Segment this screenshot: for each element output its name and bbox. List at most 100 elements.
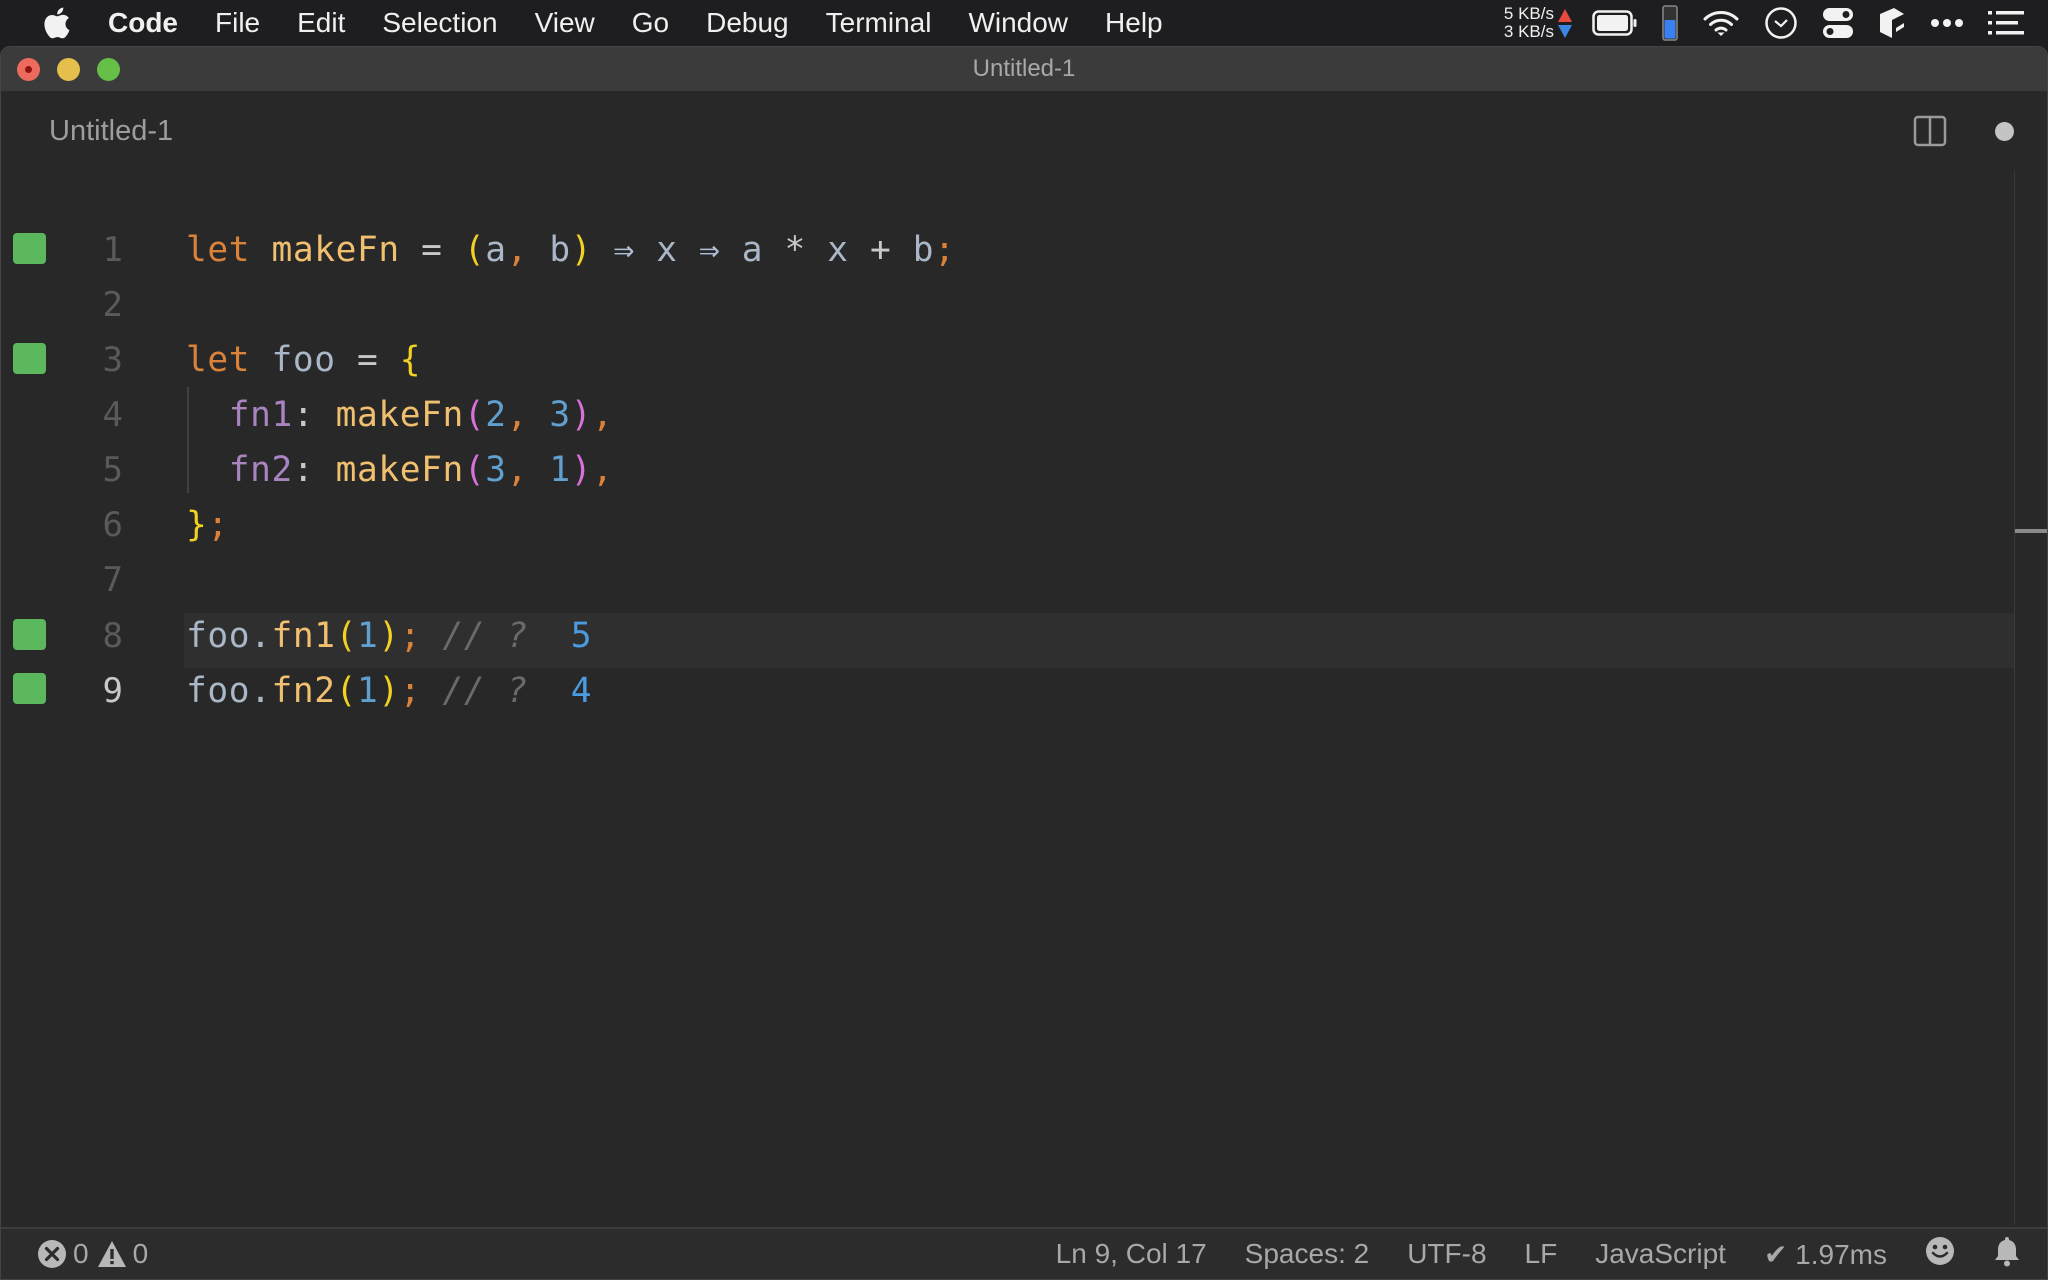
code-token-prop: fn2 bbox=[228, 450, 293, 490]
coverage-marker bbox=[13, 343, 46, 374]
error-count: 0 bbox=[73, 1238, 89, 1269]
code-token-num: 3 bbox=[527, 395, 571, 435]
code-token-op: : bbox=[292, 450, 336, 490]
quokka-timing[interactable]: ✔ 1.97ms bbox=[1764, 1238, 1887, 1271]
warning-count: 0 bbox=[132, 1238, 149, 1269]
code-token-paren: ) bbox=[570, 230, 593, 270]
code-token-var: foo. bbox=[186, 616, 272, 656]
battery-icon[interactable] bbox=[1592, 10, 1638, 36]
code-token-prop: fn1 bbox=[228, 395, 293, 435]
code-token-paren: ) bbox=[378, 616, 400, 656]
code-token-punct: ; bbox=[934, 230, 956, 270]
line-number: 8 bbox=[102, 616, 123, 656]
menu-selection[interactable]: Selection bbox=[382, 7, 497, 39]
code-line-5[interactable]: fn2: makeFn(3, 1), bbox=[186, 443, 613, 498]
title-bar[interactable]: Untitled-1 bbox=[1, 47, 2047, 91]
upload-arrow-icon bbox=[1558, 8, 1572, 22]
code-token-punct: , bbox=[506, 450, 528, 490]
network-speed[interactable]: 5 KB/s 3 KB/s bbox=[1504, 5, 1554, 41]
menu-view[interactable]: View bbox=[535, 7, 595, 39]
bell-icon bbox=[1995, 1236, 2019, 1266]
line-number: 6 bbox=[102, 505, 123, 545]
code-line-8[interactable]: foo.fn1(1); // ? 5 bbox=[186, 609, 592, 664]
end-of-line[interactable]: LF bbox=[1525, 1238, 1558, 1270]
code-token-var: b bbox=[912, 230, 935, 270]
editor-tab-bar: Untitled-1 bbox=[1, 91, 2047, 171]
code-token-op: : bbox=[292, 395, 336, 435]
code-token-arrow: ⇒ bbox=[592, 230, 657, 270]
line-number: 2 bbox=[102, 285, 123, 325]
toggles-icon[interactable] bbox=[1822, 7, 1854, 39]
indentation-setting[interactable]: Spaces: 2 bbox=[1245, 1238, 1370, 1270]
menu-file[interactable]: File bbox=[215, 7, 260, 39]
code-token-paren: { bbox=[399, 340, 422, 380]
line-number: 3 bbox=[102, 340, 123, 380]
clock-icon[interactable] bbox=[1764, 6, 1798, 40]
feedback-button[interactable] bbox=[1925, 1236, 1955, 1273]
code-line-9[interactable]: foo.fn2(1); // ? 4 bbox=[186, 664, 592, 719]
menu-window[interactable]: Window bbox=[968, 7, 1068, 39]
code-token-paren2: ) bbox=[570, 395, 593, 435]
code-token-paren: ( bbox=[335, 616, 357, 656]
code-token-punct: , bbox=[592, 450, 614, 490]
line-number: 5 bbox=[102, 450, 123, 490]
net-arrows-icon bbox=[1558, 8, 1572, 38]
code-token-var bbox=[186, 395, 229, 435]
problems-indicator[interactable]: 0 0 bbox=[37, 1229, 156, 1279]
code-token-fn: fn1 bbox=[271, 616, 336, 656]
menu-debug[interactable]: Debug bbox=[706, 7, 789, 39]
language-mode[interactable]: JavaScript bbox=[1595, 1238, 1726, 1270]
menu-app-code[interactable]: Code bbox=[108, 7, 178, 39]
code-line-4[interactable]: fn1: makeFn(2, 3), bbox=[186, 388, 613, 443]
menu-edit[interactable]: Edit bbox=[297, 7, 345, 39]
code-token-var: a bbox=[485, 230, 507, 270]
menu-help[interactable]: Help bbox=[1105, 7, 1163, 39]
code-token-punct: , bbox=[506, 230, 528, 270]
unsaved-changes-dot[interactable] bbox=[1995, 122, 2014, 141]
code-token-var: foo. bbox=[186, 671, 272, 711]
code-token-fn: fn2 bbox=[271, 671, 336, 711]
menu-bar: Code File Edit Selection View Go Debug T… bbox=[0, 0, 2048, 46]
code-token-paren: ( bbox=[463, 230, 486, 270]
line-number: 4 bbox=[102, 395, 123, 435]
code-token-op: = bbox=[335, 340, 400, 380]
notifications-button[interactable] bbox=[1993, 1235, 2021, 1274]
code-token-punct: ; bbox=[399, 671, 422, 711]
code-line-3[interactable]: let foo = { bbox=[186, 333, 421, 388]
code-token-var: b bbox=[527, 230, 571, 270]
tab-untitled-1[interactable]: Untitled-1 bbox=[49, 115, 173, 148]
status-bar: 0 0 Ln 9, Col 17 Spaces: 2 UTF-8 LF Java… bbox=[1, 1227, 2047, 1279]
code-token-kw: let bbox=[186, 230, 251, 270]
code-token-num: 1 bbox=[527, 450, 571, 490]
code-token-comment: // ? bbox=[421, 616, 550, 656]
coverage-marker bbox=[13, 619, 46, 650]
code-token-paren2: ( bbox=[463, 450, 486, 490]
code-token-op: * bbox=[763, 230, 828, 270]
code-line-6[interactable]: }; bbox=[186, 498, 229, 553]
code-line-1[interactable]: let makeFn = (a, b) ⇒ x ⇒ a * x + b; bbox=[186, 223, 955, 278]
code-token-var: foo bbox=[250, 340, 336, 380]
wifi-icon[interactable] bbox=[1702, 8, 1740, 38]
apple-menu-icon[interactable] bbox=[38, 5, 74, 41]
memory-gauge-icon[interactable] bbox=[1662, 5, 1678, 41]
code-editor[interactable]: 1 let makeFn = (a, b) ⇒ x ⇒ a * x + b; 2… bbox=[1, 171, 2047, 1225]
menu-go[interactable]: Go bbox=[632, 7, 669, 39]
code-token-fn: makeFn bbox=[335, 450, 464, 490]
code-token-paren: } bbox=[186, 505, 208, 545]
menu-terminal[interactable]: Terminal bbox=[826, 7, 932, 39]
code-token-punct: ; bbox=[399, 616, 422, 656]
code-token-op: + bbox=[848, 230, 913, 270]
box-icon[interactable] bbox=[1878, 6, 1906, 40]
coverage-marker bbox=[13, 673, 46, 704]
status-bar-right: Ln 9, Col 17 Spaces: 2 UTF-8 LF JavaScri… bbox=[1018, 1229, 2021, 1279]
menu-bar-extras: 5 KB/s 3 KB/s bbox=[1504, 0, 2048, 46]
more-icon[interactable] bbox=[1930, 18, 1964, 28]
line-number: 7 bbox=[102, 560, 123, 600]
split-editor-button[interactable] bbox=[1913, 115, 1947, 147]
cursor-position[interactable]: Ln 9, Col 17 bbox=[1056, 1238, 1207, 1270]
overview-ruler-scrollbar[interactable] bbox=[2014, 171, 2047, 1225]
code-token-num: 3 bbox=[485, 450, 507, 490]
net-up-speed: 5 KB/s bbox=[1503, 4, 1554, 23]
list-icon[interactable] bbox=[1988, 11, 2024, 35]
file-encoding[interactable]: UTF-8 bbox=[1407, 1238, 1486, 1270]
